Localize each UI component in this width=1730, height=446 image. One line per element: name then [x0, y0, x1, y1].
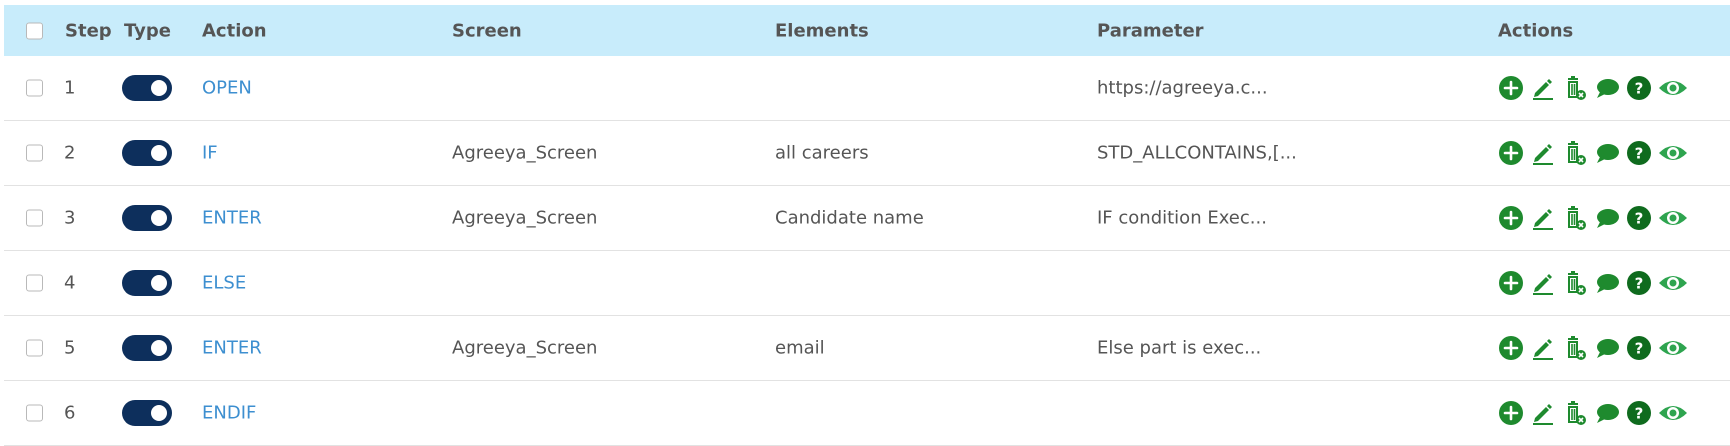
table-row: 5 ENTER Agreeya_Screen email Else part i…	[4, 316, 1730, 381]
enable-toggle[interactable]	[122, 140, 172, 166]
screen-name: Agreeya_Screen	[452, 207, 598, 229]
svg-text:?: ?	[1635, 210, 1644, 228]
row-checkbox[interactable]	[26, 404, 43, 422]
delete-icon[interactable]	[1562, 400, 1588, 426]
screen-name: Agreeya_Screen	[452, 337, 598, 359]
comment-icon[interactable]	[1594, 335, 1620, 361]
svg-text:?: ?	[1635, 275, 1644, 293]
table-row: 6 ENDIF ?	[4, 381, 1730, 446]
add-icon[interactable]	[1498, 140, 1524, 166]
step-number: 6	[64, 402, 76, 424]
svg-text:?: ?	[1635, 80, 1644, 98]
help-icon[interactable]: ?	[1626, 400, 1652, 426]
action-link[interactable]: ENTER	[202, 338, 262, 359]
edit-icon[interactable]	[1530, 400, 1556, 426]
delete-icon[interactable]	[1562, 335, 1588, 361]
steps-table: Step Type Action Screen Elements Paramet…	[4, 5, 1730, 446]
help-icon[interactable]: ?	[1626, 335, 1652, 361]
comment-icon[interactable]	[1594, 140, 1620, 166]
parameter-value: https://agreeya.c...	[1097, 77, 1268, 99]
step-number: 1	[64, 77, 76, 99]
row-actions: ?	[1498, 140, 1688, 166]
delete-icon[interactable]	[1562, 75, 1588, 101]
view-icon[interactable]	[1658, 335, 1688, 361]
edit-icon[interactable]	[1530, 75, 1556, 101]
parameter-value: IF condition Exec...	[1097, 207, 1267, 229]
comment-icon[interactable]	[1594, 270, 1620, 296]
svg-text:?: ?	[1635, 340, 1644, 358]
header-screen: Screen	[452, 20, 522, 41]
header-action: Action	[202, 20, 267, 41]
add-icon[interactable]	[1498, 335, 1524, 361]
edit-icon[interactable]	[1530, 205, 1556, 231]
header-elements: Elements	[775, 20, 869, 41]
header-type: Type	[124, 20, 171, 41]
help-icon[interactable]: ?	[1626, 75, 1652, 101]
header-parameter: Parameter	[1097, 20, 1204, 41]
enable-toggle[interactable]	[122, 75, 172, 101]
table-row: 1 OPEN https://agreeya.c... ?	[4, 56, 1730, 121]
row-checkbox[interactable]	[26, 274, 43, 292]
view-icon[interactable]	[1658, 205, 1688, 231]
svg-text:?: ?	[1635, 145, 1644, 163]
add-icon[interactable]	[1498, 270, 1524, 296]
step-number: 3	[64, 207, 76, 229]
view-icon[interactable]	[1658, 270, 1688, 296]
enable-toggle[interactable]	[122, 335, 172, 361]
add-icon[interactable]	[1498, 400, 1524, 426]
row-actions: ?	[1498, 400, 1688, 426]
enable-toggle[interactable]	[122, 205, 172, 231]
help-icon[interactable]: ?	[1626, 270, 1652, 296]
parameter-value: Else part is exec...	[1097, 337, 1262, 359]
header-actions: Actions	[1498, 20, 1574, 41]
parameter-value: STD_ALLCONTAINS,[...	[1097, 142, 1297, 164]
row-checkbox[interactable]	[26, 144, 43, 162]
row-checkbox[interactable]	[26, 79, 43, 97]
element-name: Candidate name	[775, 207, 924, 229]
edit-icon[interactable]	[1530, 270, 1556, 296]
table-row: 2 IF Agreeya_Screen all careers STD_ALLC…	[4, 121, 1730, 186]
view-icon[interactable]	[1658, 140, 1688, 166]
enable-toggle[interactable]	[122, 270, 172, 296]
row-actions: ?	[1498, 270, 1688, 296]
action-link[interactable]: ENTER	[202, 208, 262, 229]
edit-icon[interactable]	[1530, 140, 1556, 166]
comment-icon[interactable]	[1594, 75, 1620, 101]
row-checkbox[interactable]	[26, 339, 43, 357]
add-icon[interactable]	[1498, 75, 1524, 101]
action-link[interactable]: ENDIF	[202, 403, 256, 424]
enable-toggle[interactable]	[122, 400, 172, 426]
screen-name: Agreeya_Screen	[452, 142, 598, 164]
step-number: 4	[64, 272, 76, 294]
element-name: email	[775, 337, 825, 359]
header-step: Step	[65, 20, 112, 41]
step-number: 2	[64, 142, 76, 164]
row-actions: ?	[1498, 205, 1688, 231]
svg-text:?: ?	[1635, 405, 1644, 423]
row-actions: ?	[1498, 75, 1688, 101]
edit-icon[interactable]	[1530, 335, 1556, 361]
delete-icon[interactable]	[1562, 140, 1588, 166]
action-link[interactable]: IF	[202, 143, 218, 164]
help-icon[interactable]: ?	[1626, 140, 1652, 166]
table-row: 3 ENTER Agreeya_Screen Candidate name IF…	[4, 186, 1730, 251]
view-icon[interactable]	[1658, 400, 1688, 426]
row-actions: ?	[1498, 335, 1688, 361]
delete-icon[interactable]	[1562, 270, 1588, 296]
table-row: 4 ELSE ?	[4, 251, 1730, 316]
select-all-checkbox[interactable]	[26, 22, 43, 39]
step-number: 5	[64, 337, 76, 359]
comment-icon[interactable]	[1594, 205, 1620, 231]
element-name: all careers	[775, 142, 869, 164]
comment-icon[interactable]	[1594, 400, 1620, 426]
help-icon[interactable]: ?	[1626, 205, 1652, 231]
action-link[interactable]: ELSE	[202, 273, 246, 294]
add-icon[interactable]	[1498, 205, 1524, 231]
delete-icon[interactable]	[1562, 205, 1588, 231]
view-icon[interactable]	[1658, 75, 1688, 101]
action-link[interactable]: OPEN	[202, 78, 252, 99]
row-checkbox[interactable]	[26, 209, 43, 227]
table-header: Step Type Action Screen Elements Paramet…	[4, 5, 1730, 56]
